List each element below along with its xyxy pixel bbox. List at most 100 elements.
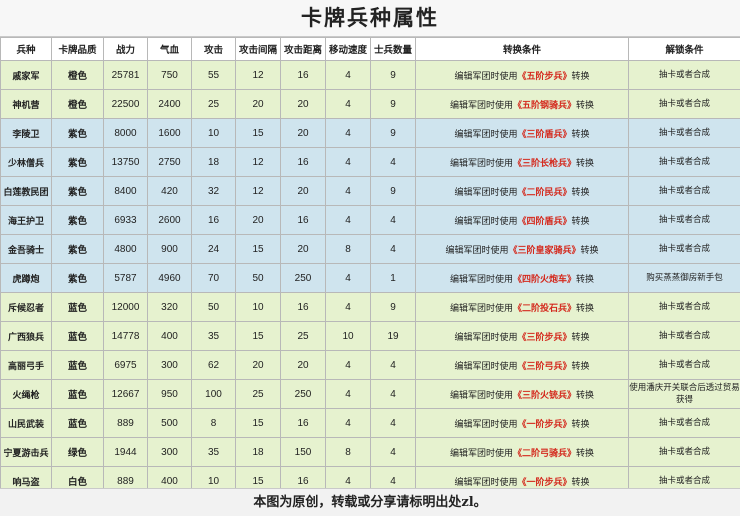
convert-condition-prefix: 编辑军团时使用: [450, 275, 513, 285]
attack-cell: 70: [192, 264, 236, 293]
table-row: 金吾骑士紫色480090024152084编辑军团时使用《三阶皇家骑兵》转换抽卡…: [1, 235, 740, 264]
quality-cell: 绿色: [52, 438, 104, 467]
convert-condition-suffix: 转换: [572, 478, 590, 488]
header-quality: 卡牌品质: [52, 38, 104, 61]
unlock-condition-cell: 抽卡或者合成: [629, 61, 740, 90]
attack-cell: 50: [192, 293, 236, 322]
attack-interval-cell: 12: [236, 177, 281, 206]
unit-name-cell: 金吾骑士: [1, 235, 52, 264]
convert-condition-prefix: 编辑军团时使用: [454, 362, 517, 372]
attack-cell: 16: [192, 206, 236, 235]
power-cell: 12667: [104, 380, 148, 409]
hp-cell: 1600: [148, 119, 192, 148]
unlock-condition-cell: 抽卡或者合成: [629, 235, 740, 264]
soldier-count-cell: 9: [371, 90, 416, 119]
hp-cell: 400: [148, 322, 192, 351]
header-convert-condition: 转换条件: [416, 38, 629, 61]
convert-condition-cell: 编辑军团时使用《三阶弓兵》转换: [416, 351, 629, 380]
convert-target-unit: 《五阶钢骑兵》: [513, 101, 576, 111]
unlock-condition-cell: 抽卡或者合成: [629, 293, 740, 322]
convert-condition-suffix: 转换: [572, 362, 590, 372]
header-attack-range: 攻击距离: [281, 38, 326, 61]
quality-cell: 蓝色: [52, 293, 104, 322]
move-speed-cell: 10: [326, 322, 371, 351]
convert-condition-prefix: 编辑军团时使用: [450, 391, 513, 401]
attack-range-cell: 16: [281, 206, 326, 235]
convert-condition-cell: 编辑军团时使用《三阶长枪兵》转换: [416, 148, 629, 177]
unit-attributes-page: 卡牌兵种属性 兵种 卡牌品质 战力 气血 攻击 攻击间隔 攻击距离: [0, 0, 740, 515]
quality-cell: 蓝色: [52, 322, 104, 351]
table-row: 海王护卫紫色6933260016201644编辑军团时使用《四阶盾兵》转换抽卡或…: [1, 206, 740, 235]
header-hp: 气血: [148, 38, 192, 61]
convert-condition-prefix: 编辑军团时使用: [454, 217, 517, 227]
soldier-count-cell: 4: [371, 409, 416, 438]
convert-condition-cell: 编辑军团时使用《五阶钢骑兵》转换: [416, 90, 629, 119]
unlock-condition-cell: 购买蒸蒸御房新手包: [629, 264, 740, 293]
quality-cell: 蓝色: [52, 380, 104, 409]
move-speed-cell: 4: [326, 351, 371, 380]
move-speed-cell: 4: [326, 119, 371, 148]
header-soldier-count: 士兵数量: [371, 38, 416, 61]
convert-condition-cell: 编辑军团时使用《三阶皇家骑兵》转换: [416, 235, 629, 264]
convert-condition-suffix: 转换: [576, 304, 594, 314]
hp-cell: 2750: [148, 148, 192, 177]
attack-cell: 35: [192, 322, 236, 351]
convert-condition-suffix: 转换: [576, 449, 594, 459]
soldier-count-cell: 4: [371, 206, 416, 235]
attack-cell: 10: [192, 119, 236, 148]
convert-condition-suffix: 转换: [572, 217, 590, 227]
quality-cell: 橙色: [52, 61, 104, 90]
quality-cell: 紫色: [52, 177, 104, 206]
power-cell: 22500: [104, 90, 148, 119]
header-attack: 攻击: [192, 38, 236, 61]
unit-name-cell: 高丽弓手: [1, 351, 52, 380]
convert-condition-cell: 编辑军团时使用《三阶火铳兵》转换: [416, 380, 629, 409]
quality-cell: 紫色: [52, 206, 104, 235]
convert-condition-cell: 编辑军团时使用《三阶步兵》转换: [416, 322, 629, 351]
convert-target-unit: 《五阶步兵》: [517, 72, 571, 82]
attack-cell: 18: [192, 148, 236, 177]
attack-cell: 32: [192, 177, 236, 206]
convert-condition-cell: 编辑军团时使用《二阶投石兵》转换: [416, 293, 629, 322]
convert-condition-prefix: 编辑军团时使用: [450, 101, 513, 111]
unlock-condition-cell: 抽卡或者合成: [629, 177, 740, 206]
power-cell: 25781: [104, 61, 148, 90]
convert-condition-cell: 编辑军团时使用《二阶弓骑兵》转换: [416, 438, 629, 467]
attack-range-cell: 20: [281, 177, 326, 206]
attack-range-cell: 150: [281, 438, 326, 467]
header-unlock-condition: 解锁条件: [629, 38, 740, 61]
table-body: 戚家军橙色2578175055121649编辑军团时使用《五阶步兵》转换抽卡或者…: [1, 61, 740, 496]
footer-note: 本图为原创，转载或分享请标明出处zl。: [0, 488, 740, 516]
convert-condition-prefix: 编辑军团时使用: [454, 188, 517, 198]
convert-condition-cell: 编辑军团时使用《二阶民兵》转换: [416, 177, 629, 206]
attack-interval-cell: 20: [236, 351, 281, 380]
hp-cell: 900: [148, 235, 192, 264]
attack-interval-cell: 12: [236, 148, 281, 177]
attack-cell: 24: [192, 235, 236, 264]
attack-range-cell: 16: [281, 293, 326, 322]
soldier-count-cell: 9: [371, 293, 416, 322]
table-row: 山民武装蓝色8895008151644编辑军团时使用《一阶步兵》转换抽卡或者合成: [1, 409, 740, 438]
attack-interval-cell: 15: [236, 119, 281, 148]
hp-cell: 300: [148, 438, 192, 467]
convert-condition-suffix: 转换: [572, 130, 590, 140]
quality-cell: 橙色: [52, 90, 104, 119]
convert-target-unit: 《三阶火铳兵》: [513, 391, 576, 401]
hp-cell: 2600: [148, 206, 192, 235]
hp-cell: 320: [148, 293, 192, 322]
convert-condition-cell: 编辑军团时使用《一阶步兵》转换: [416, 409, 629, 438]
attack-range-cell: 250: [281, 380, 326, 409]
convert-condition-suffix: 转换: [572, 188, 590, 198]
power-cell: 6933: [104, 206, 148, 235]
quality-cell: 紫色: [52, 235, 104, 264]
move-speed-cell: 4: [326, 148, 371, 177]
unit-name-cell: 火绳枪: [1, 380, 52, 409]
attack-range-cell: 250: [281, 264, 326, 293]
convert-target-unit: 《二阶民兵》: [517, 188, 571, 198]
convert-condition-suffix: 转换: [576, 275, 594, 285]
attack-range-cell: 16: [281, 148, 326, 177]
convert-target-unit: 《三阶盾兵》: [517, 130, 571, 140]
hp-cell: 500: [148, 409, 192, 438]
power-cell: 14778: [104, 322, 148, 351]
unit-name-cell: 少林僧兵: [1, 148, 52, 177]
